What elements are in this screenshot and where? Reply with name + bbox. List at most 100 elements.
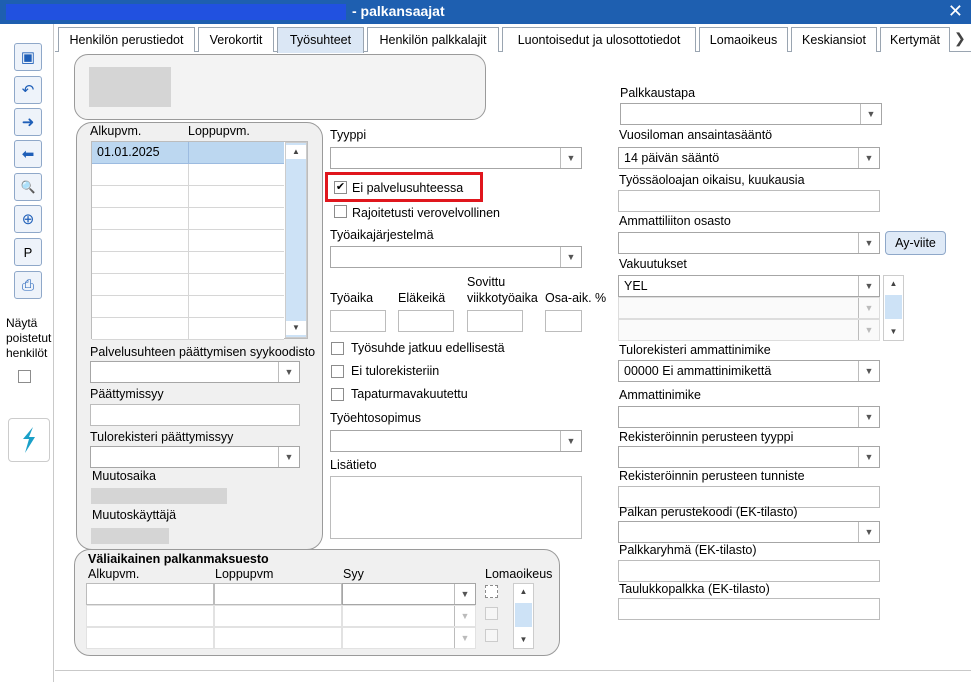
pension-age-label: Eläkeikä <box>398 291 446 305</box>
scroll-down-icon[interactable]: ▼ <box>884 325 903 339</box>
union-reference-button[interactable]: Ay-viite <box>885 231 946 255</box>
income-reg-title-select[interactable]: 00000 Ei ammattinimikettä ▼ <box>618 360 880 382</box>
print-button[interactable]: ⎙ <box>14 271 42 299</box>
temp-vacation-checkbox-2[interactable] <box>485 607 498 620</box>
undo-button[interactable]: ↶ <box>14 76 42 104</box>
tab-benefits[interactable]: Luontoisedut ja ulosottotiedot <box>502 27 696 52</box>
chevron-down-icon: ▼ <box>278 447 299 467</box>
table-row[interactable]: 01.01.2025 <box>92 142 284 164</box>
save-button[interactable]: ▣ <box>14 43 42 71</box>
income-reg-title-value: 00000 Ei ammattinimikettä <box>624 364 772 378</box>
additional-info-textarea[interactable] <box>330 476 582 539</box>
previous-button[interactable]: ⬅ <box>14 140 42 168</box>
work-schedule-select[interactable]: ▼ <box>330 246 582 268</box>
limited-tax-label: Rajoitetusti verovelvollinen <box>352 206 500 220</box>
insurance-select-2[interactable]: ▼ <box>618 297 880 319</box>
close-icon[interactable]: ✕ <box>948 1 963 21</box>
registration-type-select[interactable]: ▼ <box>618 446 880 468</box>
not-employment-checkbox[interactable]: ✔ <box>334 181 347 194</box>
employer-correction-input[interactable] <box>618 190 880 212</box>
app-logo-icon[interactable] <box>8 418 50 462</box>
scroll-up-icon[interactable]: ▲ <box>884 277 903 291</box>
temp-end-input-3[interactable] <box>214 627 342 649</box>
printer-icon: ⎙ <box>21 276 34 294</box>
registration-id-label: Rekisteröinnin perusteen tunniste <box>619 469 805 483</box>
tab-basic-info[interactable]: Henkilön perustiedot <box>58 27 195 52</box>
temp-end-input[interactable] <box>214 583 342 605</box>
type-label: Tyyppi <box>330 128 367 142</box>
show-removed-checkbox[interactable] <box>18 370 31 383</box>
tab-pay-types[interactable]: Henkilön palkkalajit <box>367 27 499 52</box>
tab-average-earnings[interactable]: Keskiansiot <box>791 27 877 52</box>
insurance-select-3[interactable]: ▼ <box>618 319 880 341</box>
modified-by-label: Muutoskäyttäjä <box>92 508 177 522</box>
col-start-header: Alkupvm. <box>90 124 142 138</box>
limited-tax-checkbox[interactable] <box>334 205 347 218</box>
chevron-down-icon: ▼ <box>858 361 879 381</box>
scroll-thumb[interactable] <box>515 603 532 627</box>
income-reg-termination-select[interactable]: ▼ <box>90 446 300 468</box>
additional-info-label: Lisätieto <box>330 458 377 472</box>
temp-vacation-checkbox[interactable] <box>485 585 498 598</box>
payment-method-select[interactable]: ▼ <box>620 103 882 125</box>
scroll-thumb[interactable] <box>885 295 902 319</box>
continues-checkbox[interactable] <box>331 342 344 355</box>
agreed-hours-input[interactable] <box>467 310 523 332</box>
salary-group-input[interactable] <box>618 560 880 582</box>
employment-grid[interactable]: 01.01.2025 ▲ ▼ <box>91 141 308 340</box>
union-select[interactable]: ▼ <box>618 232 880 254</box>
accident-insured-checkbox[interactable] <box>331 388 344 401</box>
vacation-rule-select[interactable]: 14 päivän sääntö ▼ <box>618 147 880 169</box>
arrow-right-icon: ➜ <box>21 114 35 131</box>
tab-tax-cards[interactable]: Verokortit <box>198 27 274 52</box>
scroll-up-icon[interactable]: ▲ <box>286 145 306 159</box>
tab-employments[interactable]: Työsuhteet <box>277 27 364 53</box>
temp-payment-title: Väliaikainen palkanmaksuesto <box>88 552 269 566</box>
chevron-down-icon: ▼ <box>560 431 581 451</box>
table-salary-input[interactable] <box>618 598 880 620</box>
pension-age-input[interactable] <box>398 310 454 332</box>
job-title-label: Ammattinimike <box>619 388 701 402</box>
tab-vacation[interactable]: Lomaoikeus <box>699 27 788 52</box>
chevron-down-icon: ▼ <box>454 584 475 604</box>
temp-start-input[interactable] <box>86 583 214 605</box>
chevron-down-icon: ▼ <box>858 148 879 168</box>
search-button[interactable]: 🔍 <box>14 173 42 201</box>
tab-accumulations[interactable]: Kertymät <box>880 27 950 52</box>
part-time-label: Osa-aik. % <box>545 291 607 305</box>
scroll-down-icon[interactable]: ▼ <box>514 633 533 647</box>
job-title-select[interactable]: ▼ <box>618 406 880 428</box>
show-removed-label: Näytä <box>6 316 38 330</box>
no-income-reg-checkbox[interactable] <box>331 365 344 378</box>
redacted-photo <box>89 67 171 107</box>
termination-reason-input[interactable] <box>90 404 300 426</box>
p-button[interactable]: P <box>14 238 42 266</box>
part-time-input[interactable] <box>545 310 582 332</box>
chevron-down-icon: ▼ <box>858 233 879 253</box>
temp-scrollbar[interactable]: ▲ ▼ <box>513 583 534 649</box>
temp-reason-select-2[interactable]: ▼ <box>342 605 476 627</box>
next-button[interactable]: ➜ <box>14 108 42 136</box>
temp-vacation-checkbox-3[interactable] <box>485 629 498 642</box>
working-hours-input[interactable] <box>330 310 386 332</box>
termination-code-select[interactable]: ▼ <box>90 361 300 383</box>
salary-code-select[interactable]: ▼ <box>618 521 880 543</box>
temp-end-input-2[interactable] <box>214 605 342 627</box>
type-select[interactable]: ▼ <box>330 147 582 169</box>
employment-scrollbar[interactable]: ▲ ▼ <box>285 142 307 338</box>
temp-reason-select[interactable]: ▼ <box>342 583 476 605</box>
temp-reason-select-3[interactable]: ▼ <box>342 627 476 649</box>
temp-start-input-3[interactable] <box>86 627 214 649</box>
scroll-down-icon[interactable]: ▼ <box>286 321 306 335</box>
scroll-up-icon[interactable]: ▲ <box>514 585 533 599</box>
arrow-left-icon: ⬅ <box>21 146 35 163</box>
collective-agreement-select[interactable]: ▼ <box>330 430 582 452</box>
insurance-scrollbar[interactable]: ▲ ▼ <box>883 275 904 341</box>
insurance-select-1[interactable]: YEL ▼ <box>618 275 880 297</box>
redacted-name <box>6 4 346 20</box>
chevron-down-icon: ▼ <box>860 104 881 124</box>
chevron-right-icon[interactable]: ❯ <box>954 30 966 47</box>
new-record-button[interactable]: ⊕ <box>14 205 42 233</box>
chevron-down-icon: ▼ <box>454 606 475 626</box>
temp-start-input-2[interactable] <box>86 605 214 627</box>
